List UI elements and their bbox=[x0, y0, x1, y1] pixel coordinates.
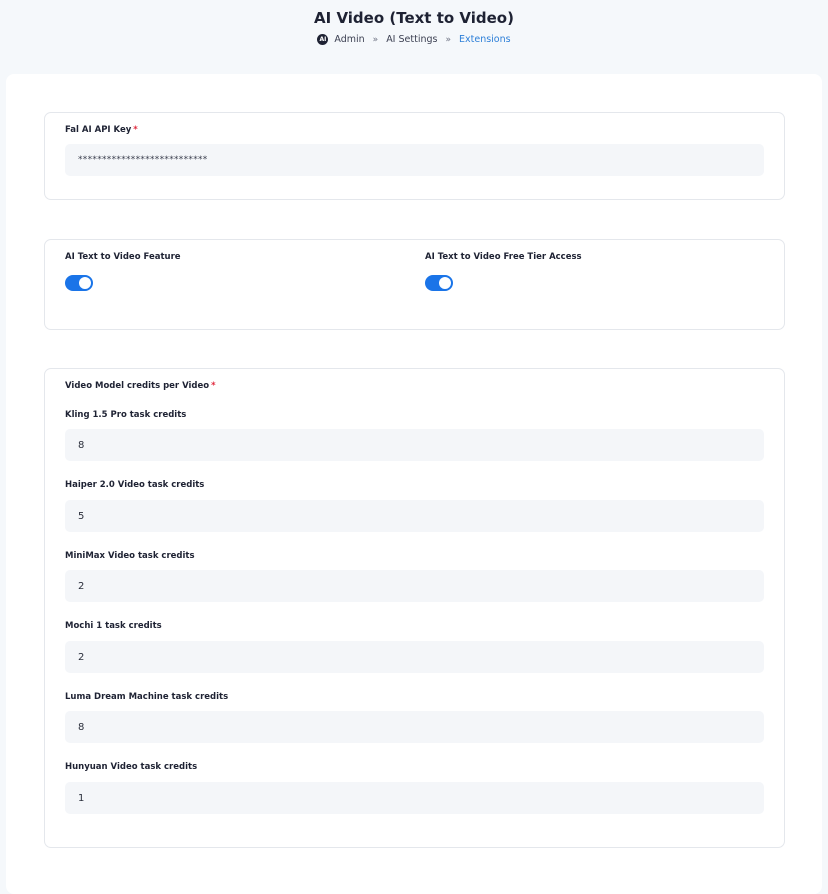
required-mark: * bbox=[211, 381, 216, 391]
breadcrumb-separator: » bbox=[445, 34, 451, 45]
breadcrumb: AI Admin » AI Settings » Extensions bbox=[0, 34, 828, 45]
hunyuan-credits-label: Hunyuan Video task credits bbox=[65, 762, 198, 772]
free-tier-label: AI Text to Video Free Tier Access bbox=[425, 252, 582, 262]
mochi-credits-input[interactable]: 2 bbox=[65, 641, 764, 673]
credits-section-title: Video Model credits per Video * bbox=[65, 381, 216, 391]
toggle-knob bbox=[439, 277, 451, 289]
api-key-input[interactable]: *************************** bbox=[65, 144, 764, 176]
feature-toggle-label: AI Text to Video Feature bbox=[65, 252, 181, 262]
free-tier-toggle-switch[interactable] bbox=[425, 275, 453, 291]
api-key-section: Fal AI API Key * ************************… bbox=[44, 112, 785, 200]
page-header: AI Video (Text to Video) AI Admin » AI S… bbox=[0, 0, 828, 74]
luma-credits-label: Luma Dream Machine task credits bbox=[65, 692, 229, 702]
credits-section: Video Model credits per Video * Kling 1.5… bbox=[44, 368, 785, 848]
haiper-credits-label: Haiper 2.0 Video task credits bbox=[65, 480, 205, 490]
settings-card: Fal AI API Key * ************************… bbox=[6, 74, 822, 894]
admin-logo-icon: AI bbox=[317, 34, 329, 45]
minimax-credits-label: MiniMax Video task credits bbox=[65, 551, 195, 561]
breadcrumb-separator: » bbox=[372, 34, 379, 45]
api-key-label: Fal AI API Key * bbox=[65, 125, 138, 135]
toggle-knob bbox=[79, 277, 91, 289]
kling-credits-label: Kling 1.5 Pro task credits bbox=[65, 410, 187, 420]
haiper-credits-input[interactable]: 5 bbox=[65, 500, 764, 532]
breadcrumb-extensions[interactable]: Extensions bbox=[459, 34, 511, 45]
minimax-credits-input[interactable]: 2 bbox=[65, 570, 764, 602]
mochi-credits-label: Mochi 1 task credits bbox=[65, 621, 162, 631]
feature-toggle-switch[interactable] bbox=[65, 275, 93, 291]
required-mark: * bbox=[133, 125, 138, 135]
luma-credits-input[interactable]: 8 bbox=[65, 711, 764, 743]
feature-toggles-section: AI Text to Video Feature AI Text to Vide… bbox=[44, 239, 785, 330]
breadcrumb-ai-settings[interactable]: AI Settings bbox=[386, 34, 437, 45]
page-title: AI Video (Text to Video) bbox=[314, 9, 514, 27]
hunyuan-credits-input[interactable]: 1 bbox=[65, 782, 764, 814]
kling-credits-input[interactable]: 8 bbox=[65, 429, 764, 461]
breadcrumb-admin[interactable]: Admin bbox=[334, 34, 364, 45]
